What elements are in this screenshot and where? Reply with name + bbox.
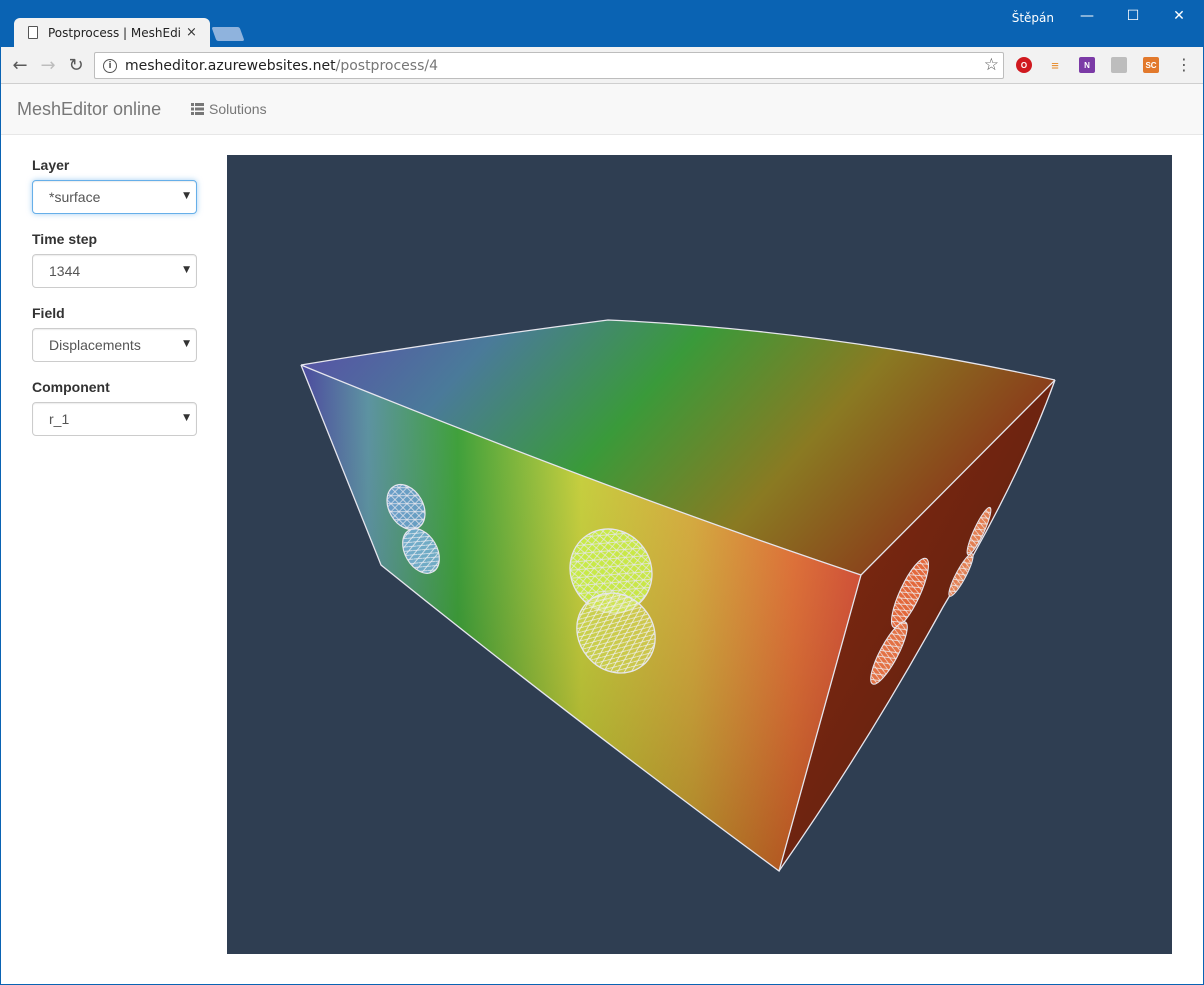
address-bar[interactable]: i mesheditor.azurewebsites.net/postproce… <box>94 52 1004 79</box>
list-icon <box>191 103 204 115</box>
field-label: Field <box>32 305 65 321</box>
tab-title: Postprocess | MeshEditor online <box>48 25 180 40</box>
browser-toolbar: ← → ↻ i mesheditor.azurewebsites.net/pos… <box>0 47 1204 84</box>
close-window-button[interactable]: ✕ <box>1156 0 1202 32</box>
sc-extension-icon[interactable]: SC <box>1143 57 1159 73</box>
time-step-value: 1344 <box>49 263 81 279</box>
browser-tab[interactable]: Postprocess | MeshEditor online × <box>14 18 210 47</box>
mesh-render <box>300 319 1056 873</box>
stack-overflow-icon[interactable]: ≡ <box>1047 57 1063 73</box>
component-value: r_1 <box>49 411 70 427</box>
image-extension-icon[interactable] <box>1111 57 1127 73</box>
maximize-button[interactable]: ☐ <box>1110 0 1156 32</box>
site-info-icon[interactable]: i <box>103 58 117 73</box>
opera-vpn-icon[interactable]: O <box>1016 57 1032 73</box>
onenote-icon[interactable]: N <box>1079 57 1095 73</box>
time-step-select[interactable]: 1344 ▼ <box>32 254 197 288</box>
solutions-label: Solutions <box>209 101 267 117</box>
layer-value: *surface <box>49 189 101 205</box>
tab-close-icon[interactable]: × <box>186 25 197 40</box>
chevron-down-icon: ▼ <box>183 413 190 423</box>
minimize-button[interactable]: — <box>1064 0 1110 32</box>
field-value: Displacements <box>49 337 141 353</box>
field-select[interactable]: Displacements ▼ <box>32 328 197 362</box>
mesh-viewport-canvas[interactable] <box>227 155 1172 954</box>
layer-label: Layer <box>32 157 70 173</box>
layer-select[interactable]: *surface ▼ <box>32 180 197 214</box>
bookmark-star-icon[interactable]: ☆ <box>984 55 999 75</box>
solutions-nav-link[interactable]: Solutions <box>191 101 267 117</box>
time-step-label: Time step <box>32 231 98 247</box>
back-arrow-icon[interactable]: ← <box>8 53 32 77</box>
brand-link[interactable]: MeshEditor online <box>17 99 161 120</box>
new-tab-button[interactable] <box>211 27 245 41</box>
chevron-down-icon: ▼ <box>183 191 190 201</box>
url-path: /postprocess/4 <box>335 57 438 74</box>
component-select[interactable]: r_1 ▼ <box>32 402 197 436</box>
component-label: Component <box>32 379 110 395</box>
page-icon <box>28 26 38 39</box>
reload-icon[interactable]: ↻ <box>64 53 88 77</box>
profile-name[interactable]: Štěpán <box>1012 11 1054 25</box>
forward-arrow-icon[interactable]: → <box>36 53 60 77</box>
browser-menu-icon[interactable]: ⋮ <box>1176 55 1192 74</box>
chevron-down-icon: ▼ <box>183 265 190 275</box>
app-navbar: MeshEditor online Solutions <box>1 84 1203 135</box>
url-host: mesheditor.azurewebsites.net <box>125 57 336 74</box>
chevron-down-icon: ▼ <box>183 339 190 349</box>
